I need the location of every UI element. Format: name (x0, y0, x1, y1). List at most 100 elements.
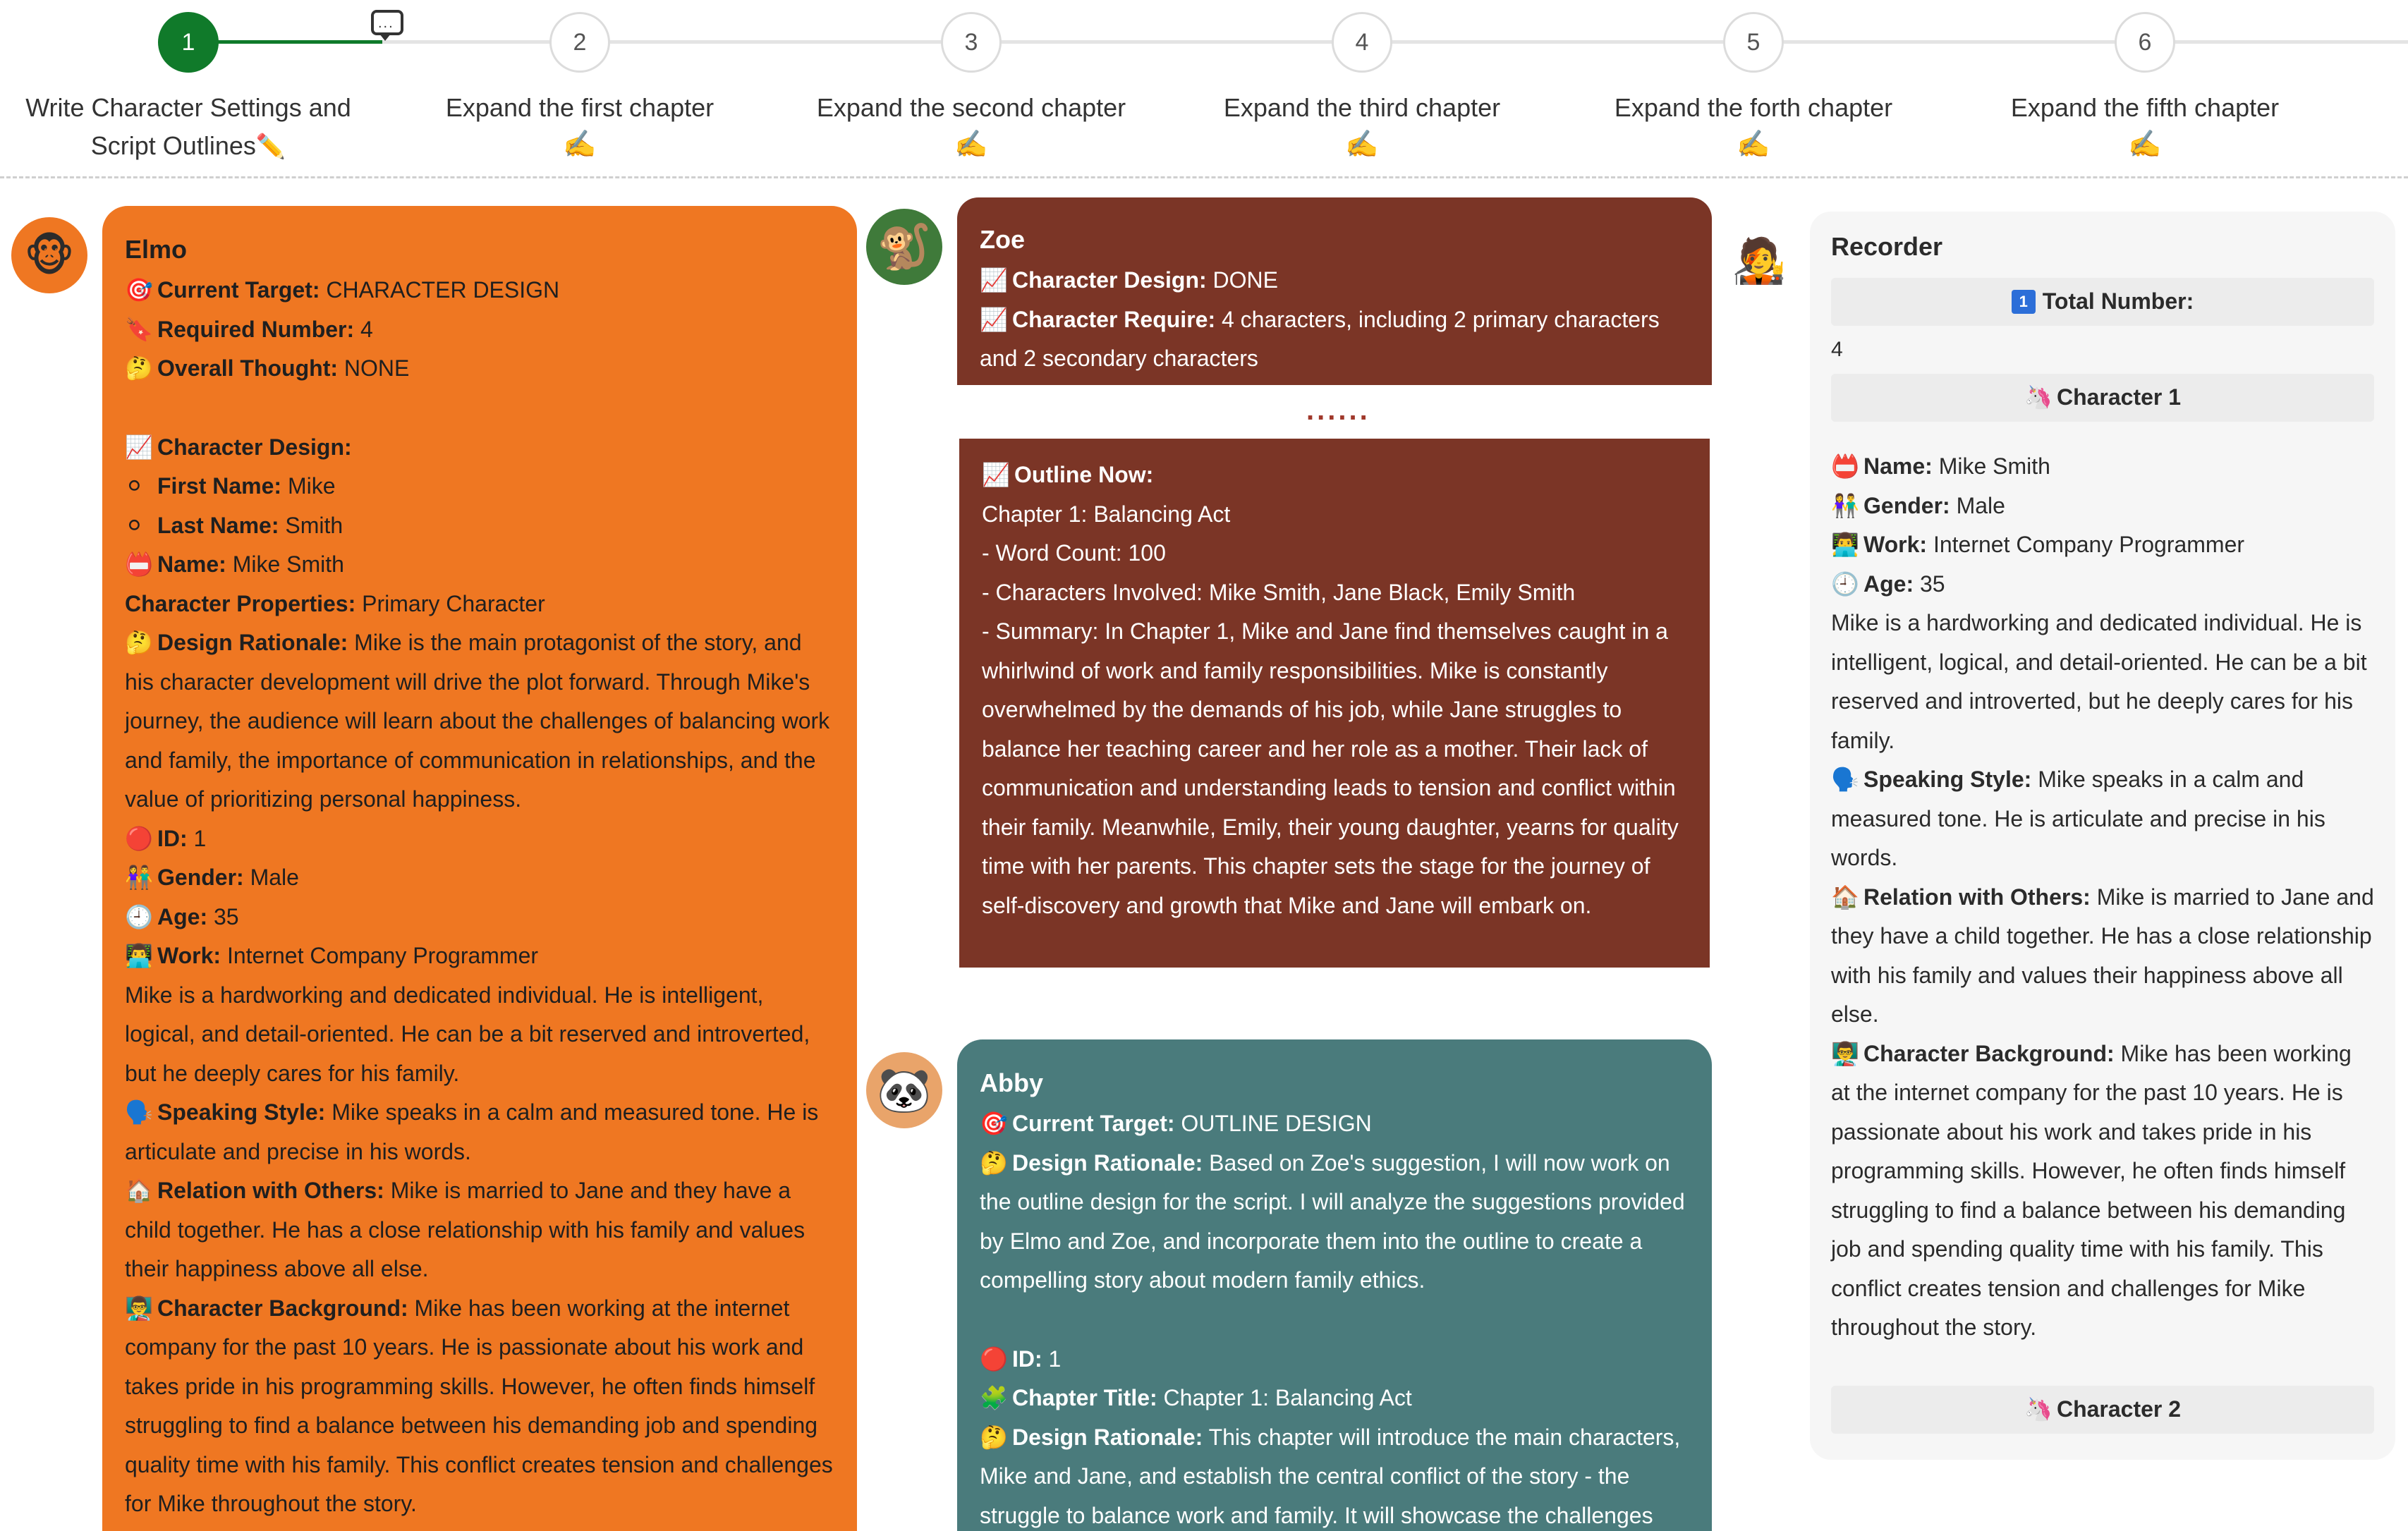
zoe-require-row: 📈 Character Require: 4 characters, includ… (980, 300, 1689, 379)
gender-value: Male (250, 865, 299, 890)
abby-id-row: 🔴 ID: 1 (980, 1340, 1689, 1379)
thinking-face-icon: 🤔 (125, 630, 153, 655)
character-1-label: Character 1 (2056, 384, 2182, 410)
step-3-circle[interactable]: 3 (941, 12, 1002, 73)
character-2-bar[interactable]: 🦄 Character 2 (1831, 1385, 2374, 1434)
people-icon: 👫 (1831, 492, 1859, 518)
outline-summary: - Summary: In Chapter 1, Mike and Jane f… (982, 618, 1679, 918)
zoe-name: Zoe (980, 225, 1026, 254)
step-5-circle[interactable]: 5 (1723, 12, 1784, 73)
step-4-label-text: Expand the third chapter (1223, 93, 1501, 122)
required-number-value: 4 (360, 316, 373, 342)
age-value: 35 (214, 903, 239, 929)
design-rationale-text: Mike is the main protagonist of the stor… (125, 630, 830, 812)
zoe-design-value: DONE (1212, 267, 1278, 293)
rec-relation: 🏠 Relation with Others: Mike is married t… (1831, 878, 2374, 1035)
step-6-circle[interactable]: 6 (2115, 12, 2175, 73)
step-2-label[interactable]: Expand the first chapter ✍️ (396, 89, 763, 162)
technologist-icon: 👨‍💻 (125, 943, 153, 968)
chat-bubble-icon[interactable]: ... (371, 10, 403, 41)
step-4-circle[interactable]: 4 (1332, 12, 1392, 73)
rec-work-value: Internet Company Programmer (1933, 532, 2245, 557)
teacher-icon: 👨‍🏫 (1831, 1040, 1859, 1066)
target-icon: 🎯 (125, 277, 153, 303)
house-icon: 🏠 (125, 1178, 153, 1203)
outline-heading: 📈 Outline Now: (982, 456, 1687, 495)
outline-label: Outline Now: (1014, 462, 1154, 487)
work-value: Internet Company Programmer (226, 943, 539, 968)
character-1-bar[interactable]: 🦄 Character 1 (1831, 374, 2374, 422)
abby-rationale: 🤔 Design Rationale: Based on Zoe's sugges… (980, 1144, 1689, 1300)
chart-icon: 📈 (980, 306, 1008, 332)
name-value: Mike Smith (232, 551, 344, 577)
zoe-require-label: Character Require: (1012, 306, 1216, 332)
total-number-value: 4 (1831, 338, 1843, 361)
rec-name-value: Mike Smith (1938, 453, 2050, 479)
zoe-avatar[interactable]: 🐒 (866, 209, 942, 285)
zoe-message-panel: Zoe 📈 Character Design: DONE 📈 Character R… (957, 197, 1712, 385)
rec-relation-label: Relation with Others: (1863, 884, 2091, 910)
age-label: Age: (157, 903, 208, 929)
elmo-message-panel: Elmo 🎯 Current Target: CHARACTER DESIGN 🔖… (102, 206, 857, 1531)
chart-icon: 📈 (980, 267, 1008, 293)
rec-background: 👨‍🏫 Character Background: Mike has been w… (1831, 1035, 2374, 1348)
step-6-label[interactable]: Expand the fifth chapter ✍️ (1962, 89, 2328, 162)
character-background: 👨‍🏫 Character Background: Mike has been w… (125, 1289, 834, 1524)
character-design-heading: 📈 Character Design: (125, 428, 834, 468)
rec-background-label: Character Background: (1863, 1040, 2115, 1066)
rec-speaking-style: 🗣️ Speaking Style: Mike speaks in a calm … (1831, 760, 2374, 878)
collapsed-messages-ellipsis[interactable]: ...... (1306, 395, 1370, 427)
name-badge-icon: 📛 (1831, 453, 1859, 479)
abby-target-row: 🎯 Current Target: OUTLINE DESIGN (980, 1104, 1689, 1144)
overall-thought-value: NONE (343, 355, 410, 381)
red-circle-icon: 🔴 (125, 825, 153, 851)
recorder-avatar[interactable]: 🧑‍🎤 (1721, 223, 1797, 299)
rec-name-row: 📛 Name: Mike Smith (1831, 447, 2374, 487)
teacher-icon: 👨‍🏫 (125, 1295, 153, 1321)
step-3-label-text: Expand the second chapter (816, 93, 1126, 122)
step-1-label[interactable]: Write Character Settings and Script Outl… (5, 89, 372, 166)
total-number-bar: 1 Total Number: (1831, 278, 2374, 326)
step-4-label[interactable]: Expand the third chapter ✍️ (1179, 89, 1545, 162)
abby-rationale2-label: Design Rationale: (1012, 1424, 1203, 1450)
elmo-name: Elmo (125, 235, 188, 264)
target-icon: 🎯 (980, 1111, 1008, 1136)
rec-speaking-label: Speaking Style: (1863, 767, 2032, 792)
rec-work-label: Work: (1863, 532, 1928, 557)
current-target-value: CHARACTER DESIGN (326, 277, 560, 303)
character-design-label: Character Design: (157, 434, 352, 460)
last-name-row: ⚪ Last Name: Smith (125, 506, 834, 546)
writing-hand-icon: ✍️ (2128, 130, 2162, 159)
abby-target-value: OUTLINE DESIGN (1181, 1111, 1372, 1136)
step-1-circle[interactable]: 1 (158, 12, 219, 73)
id-value: 1 (193, 825, 207, 851)
current-target-label: Current Target: (157, 277, 320, 303)
outline-characters: - Characters Involved: Mike Smith, Jane … (982, 579, 1576, 605)
name-row: 📛 Name: Mike Smith (125, 545, 834, 585)
abby-avatar[interactable]: 🐼 (866, 1052, 942, 1128)
required-number-label: Required Number: (157, 316, 355, 342)
abby-chapter-title-row: 🧩 Chapter Title: Chapter 1: Balancing Act (980, 1379, 1689, 1418)
abby-rationale-2: 🤔 Design Rationale: This chapter will int… (980, 1418, 1689, 1531)
rec-gender-row: 👫 Gender: Male (1831, 487, 2374, 526)
recorder-panel: Recorder 1 Total Number: 4 🦄 Character 1 📛… (1810, 212, 2395, 1460)
progress-stepper: ... 1 2 3 4 5 6 Write Character Settings… (0, 0, 2408, 176)
chart-icon: 📈 (982, 462, 1010, 487)
chart-icon: 📈 (125, 434, 153, 460)
recorder-name: Recorder (1831, 232, 1943, 261)
unicorn-icon: 🦄 (2024, 384, 2053, 410)
step-2-circle[interactable]: 2 (549, 12, 610, 73)
properties-row: Character Properties: Primary Character (125, 585, 834, 624)
unicorn-icon: 🦄 (2024, 1396, 2053, 1422)
step-5-label[interactable]: Expand the forth chapter ✍️ (1570, 89, 1937, 162)
step-3-label[interactable]: Expand the second chapter ✍️ (788, 89, 1155, 162)
clock-icon: 🕘 (125, 903, 153, 929)
abby-chapter-title-value: Chapter 1: Balancing Act (1163, 1385, 1412, 1410)
speaking-head-icon: 🗣️ (1831, 767, 1859, 792)
writing-hand-icon: ✍️ (563, 130, 597, 159)
gender-row: 👫 Gender: Male (125, 858, 834, 898)
relation-with-others: 🏠 Relation with Others: Mike is married t… (125, 1171, 834, 1289)
elmo-avatar[interactable]: 🐵 (11, 217, 87, 293)
abby-chapter-title-label: Chapter Title: (1012, 1385, 1157, 1410)
puzzle-icon: 🧩 (980, 1385, 1008, 1410)
